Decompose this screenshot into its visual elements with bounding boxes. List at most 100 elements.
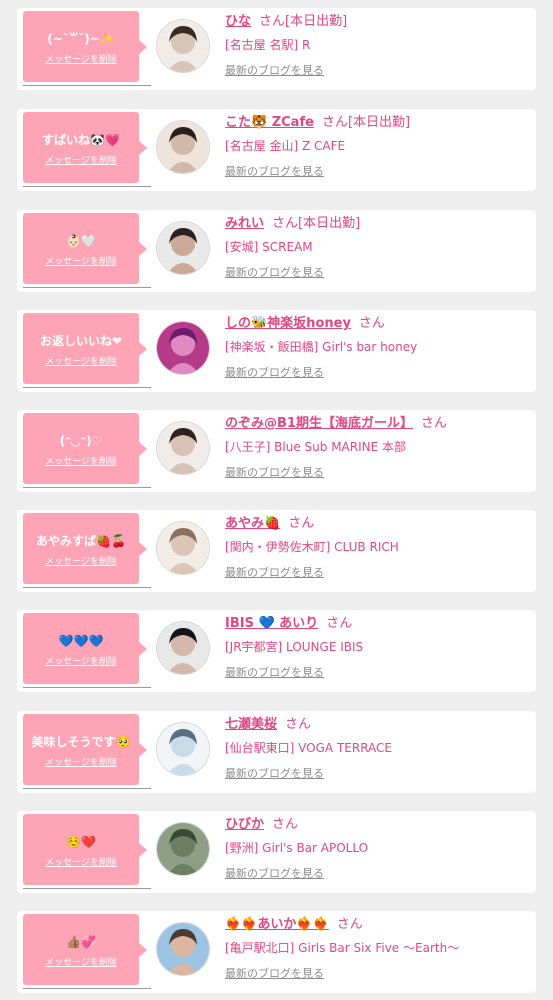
view-latest-blog-link[interactable]: 最新のブログを見る: [225, 767, 324, 781]
honorific: さん: [259, 14, 286, 29]
view-latest-blog-link[interactable]: 最新のブログを見る: [225, 165, 324, 179]
message-text: 👍🏽💞: [66, 935, 96, 949]
sender-line: 七瀬美桜 さん: [225, 716, 311, 734]
message-text: 👶🏻🤍: [66, 234, 96, 248]
sender-name-link[interactable]: ひびか: [225, 817, 264, 832]
shop-name: [関内・伊勢佐木町] CLUB RICH: [225, 540, 399, 554]
shop-name: [JR宇都宮] LOUNGE IBIS: [225, 640, 364, 654]
shop-name: [名古屋 金山] Z CAFE: [225, 139, 346, 153]
on-duty-status: [本日出勤]: [347, 115, 411, 130]
bubble-underline: [23, 186, 151, 187]
sender-name-link[interactable]: みれい: [225, 216, 264, 231]
message-text: すばいね🐼💗: [42, 133, 120, 147]
message-card: すばいね🐼💗 メッセージを削除 こた🐯 ZCafe さん[本日出勤] [名古屋 金…: [17, 109, 536, 191]
message-bubble: 美味しそうです🥺 メッセージを削除: [23, 714, 147, 785]
sender-line: ひびか さん: [225, 816, 298, 834]
bubble-underline: [23, 888, 151, 889]
sender-name-link[interactable]: IBIS 💙 あいり: [225, 616, 318, 631]
view-latest-blog-link[interactable]: 最新のブログを見る: [225, 967, 324, 981]
sender-line: しの🐝神楽坂honey さん: [225, 315, 385, 333]
view-latest-blog-link[interactable]: 最新のブログを見る: [225, 266, 324, 280]
message-bubble: 💙💙💙 メッセージを削除: [23, 613, 147, 684]
message-card: 👶🏻🤍 メッセージを削除 みれい さん[本日出勤] [安城] SCREAM 最新の…: [17, 210, 536, 292]
message-card: お返しいいね❤︎ メッセージを削除 しの🐝神楽坂honey さん [神楽坂・飯田橋…: [17, 310, 536, 392]
sender-name-link[interactable]: ❤️‍🔥❤️‍🔥あいか❤️‍🔥❤️‍🔥: [225, 917, 329, 932]
bubble-underline: [23, 487, 151, 488]
honorific: さん: [288, 516, 315, 531]
sender-line: ❤️‍🔥❤️‍🔥あいか❤️‍🔥❤️‍🔥 さん: [225, 916, 363, 934]
message-bubble: あやみすば🍓🍒 メッセージを削除: [23, 513, 147, 584]
delete-message-link[interactable]: メッセージを削除: [45, 757, 117, 769]
message-text: (~˘꒳˘)~✨: [47, 32, 115, 46]
sender-name-link[interactable]: しの🐝神楽坂honey: [225, 316, 351, 331]
sender-name-link[interactable]: あやみ🍓: [225, 516, 280, 531]
sender-line: あやみ🍓 さん: [225, 515, 314, 533]
avatar-photo-icon[interactable]: [157, 121, 209, 173]
message-card: ☺️❤️ メッセージを削除 ひびか さん [野洲] Girl's Bar APOL…: [17, 811, 536, 893]
on-duty-status: [本日出勤]: [285, 14, 348, 29]
delete-message-link[interactable]: メッセージを削除: [45, 54, 117, 66]
avatar-photo-icon[interactable]: [157, 322, 209, 374]
on-duty-status: [本日出勤]: [298, 216, 361, 231]
avatar-photo-icon[interactable]: [157, 823, 209, 875]
sender-name-link[interactable]: ひな: [225, 14, 251, 29]
avatar-photo-icon[interactable]: [157, 222, 209, 274]
message-card: 👍🏽💞 メッセージを削除 ❤️‍🔥❤️‍🔥あいか❤️‍🔥❤️‍🔥 さん [亀戸駅北…: [17, 911, 536, 993]
bubble-underline: [23, 988, 151, 989]
avatar-photo-icon[interactable]: [157, 522, 209, 574]
message-text: ☺️❤️: [66, 835, 96, 849]
delete-message-link[interactable]: メッセージを削除: [45, 957, 117, 969]
avatar-photo-icon[interactable]: [157, 622, 209, 674]
message-text: 💙💙💙: [58, 634, 104, 648]
message-card: あやみすば🍓🍒 メッセージを削除 あやみ🍓 さん [関内・伊勢佐木町] CLUB …: [17, 510, 536, 592]
bubble-underline: [23, 85, 151, 86]
view-latest-blog-link[interactable]: 最新のブログを見る: [225, 867, 324, 881]
view-latest-blog-link[interactable]: 最新のブログを見る: [225, 366, 324, 380]
bubble-underline: [23, 687, 151, 688]
shop-name: [仙台駅東口] VOGA TERRACE: [225, 741, 393, 755]
sender-name-link[interactable]: のぞみ@B1期生【海底ガール】: [225, 416, 413, 431]
avatar-photo-icon[interactable]: [157, 723, 209, 775]
bubble-underline: [23, 287, 151, 288]
message-bubble: お返しいいね❤︎ メッセージを削除: [23, 313, 147, 384]
message-bubble: (~˘꒳˘)~✨ メッセージを削除: [23, 11, 147, 82]
sender-line: みれい さん[本日出勤]: [225, 215, 360, 233]
avatar-photo-icon[interactable]: [157, 20, 209, 72]
delete-message-link[interactable]: メッセージを削除: [45, 857, 117, 869]
sender-line: ひな さん[本日出勤]: [225, 13, 347, 31]
shop-name: [安城] SCREAM: [225, 240, 313, 254]
message-text: (ᵔ◡ᵔ)♡: [59, 434, 103, 448]
honorific: さん: [336, 917, 363, 932]
shop-name: [神楽坂・飯田橋] Girl's bar honey: [225, 340, 418, 354]
avatar-photo-icon[interactable]: [157, 923, 209, 975]
message-bubble: 👶🏻🤍 メッセージを削除: [23, 213, 147, 284]
bubble-underline: [23, 788, 151, 789]
view-latest-blog-link[interactable]: 最新のブログを見る: [225, 666, 324, 680]
message-card: (ᵔ◡ᵔ)♡ メッセージを削除 のぞみ@B1期生【海底ガール】 さん [八王子] …: [17, 410, 536, 492]
delete-message-link[interactable]: メッセージを削除: [45, 456, 117, 468]
bubble-underline: [23, 587, 151, 588]
sender-name-link[interactable]: 七瀬美桜: [225, 717, 277, 732]
honorific: さん: [321, 115, 348, 130]
honorific: さん: [326, 616, 353, 631]
view-latest-blog-link[interactable]: 最新のブログを見る: [225, 64, 324, 78]
message-list: (~˘꒳˘)~✨ メッセージを削除 ひな さん[本日出勤] [名古屋 名駅] R …: [0, 0, 553, 1000]
avatar-photo-icon[interactable]: [157, 422, 209, 474]
sender-name-link[interactable]: こた🐯 ZCafe: [225, 115, 314, 130]
message-bubble: (ᵔ◡ᵔ)♡ メッセージを削除: [23, 413, 147, 484]
message-card: 💙💙💙 メッセージを削除 IBIS 💙 あいり さん [JR宇都宮] LOUNGE…: [17, 610, 536, 692]
message-bubble: すばいね🐼💗 メッセージを削除: [23, 112, 147, 183]
message-bubble: 👍🏽💞 メッセージを削除: [23, 914, 147, 985]
delete-message-link[interactable]: メッセージを削除: [45, 356, 117, 368]
delete-message-link[interactable]: メッセージを削除: [45, 656, 117, 668]
delete-message-link[interactable]: メッセージを削除: [45, 256, 117, 268]
shop-name: [亀戸駅北口] Girls Bar Six Five 〜Earth〜: [225, 941, 460, 955]
shop-name: [名古屋 名駅] R: [225, 38, 311, 52]
honorific: さん: [358, 316, 385, 331]
view-latest-blog-link[interactable]: 最新のブログを見る: [225, 566, 324, 580]
shop-name: [野洲] Girl's Bar APOLLO: [225, 841, 369, 855]
view-latest-blog-link[interactable]: 最新のブログを見る: [225, 466, 324, 480]
delete-message-link[interactable]: メッセージを削除: [45, 556, 117, 568]
shop-name: [八王子] Blue Sub MARINE 本部: [225, 440, 407, 454]
delete-message-link[interactable]: メッセージを削除: [45, 155, 117, 167]
